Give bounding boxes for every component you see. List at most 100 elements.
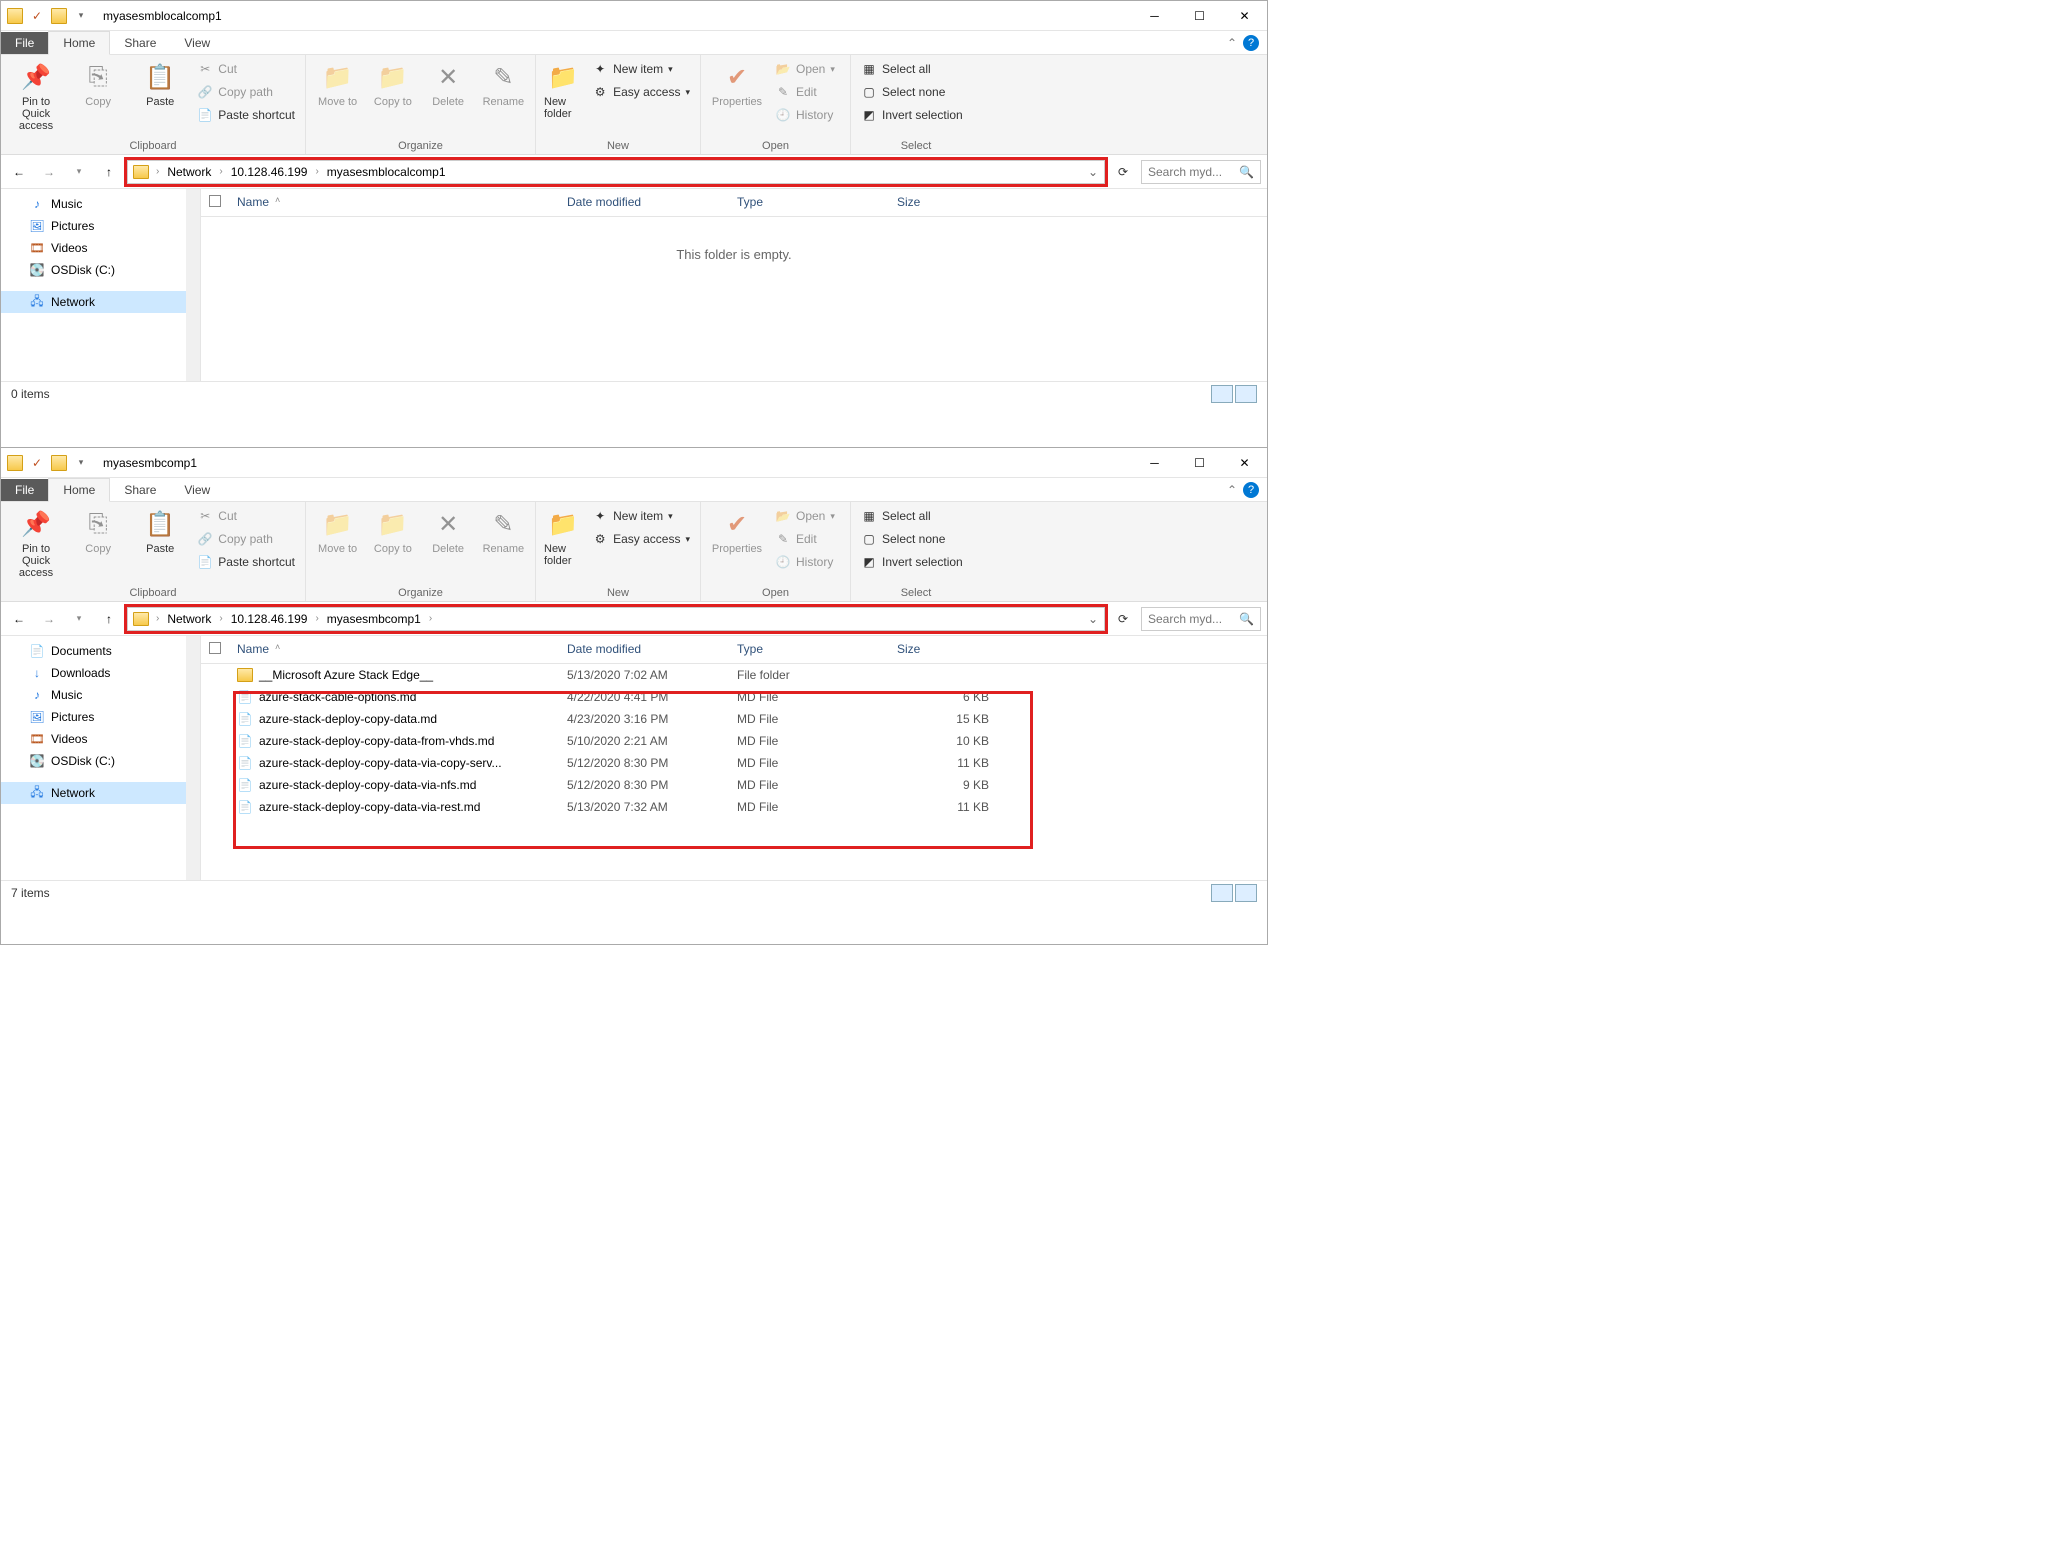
recent-dropdown[interactable]: ▾ [67,160,91,184]
back-button[interactable]: ← [7,160,31,184]
pin-quick-access-button[interactable]: 📌Pin to Quick access [7,506,65,581]
sidebar-network[interactable]: 🖧Network [1,782,200,804]
easy-access-button[interactable]: ⚙Easy access▾ [588,529,694,549]
tab-home[interactable]: Home [48,478,110,502]
breadcrumb-sep-icon[interactable]: › [313,166,320,177]
breadcrumb-folder[interactable]: myasesmbcomp1 [321,612,427,626]
details-view-button[interactable] [1211,385,1233,403]
col-name[interactable]: Name [237,642,269,657]
copy-path-button[interactable]: 🔗Copy path [193,82,299,102]
sidebar-downloads[interactable]: ↓Downloads [1,662,200,684]
col-size[interactable]: Size [897,195,997,210]
file-row[interactable]: 📄azure-stack-cable-options.md4/22/2020 4… [201,686,1267,708]
qat-dropdown-icon[interactable]: ▾ [73,455,89,471]
easy-access-button[interactable]: ⚙Easy access▾ [588,82,694,102]
new-item-button[interactable]: ✦New item▾ [588,506,694,526]
breadcrumb-ip[interactable]: 10.128.46.199 [225,612,314,626]
select-none-button[interactable]: ▢Select none [857,529,967,549]
new-item-button[interactable]: ✦New item▾ [588,59,694,79]
details-view-button[interactable] [1211,884,1233,902]
open-button[interactable]: 📂Open▾ [771,59,839,79]
sidebar-network[interactable]: 🖧Network [1,291,200,313]
file-row[interactable]: 📄azure-stack-deploy-copy-data-via-rest.m… [201,796,1267,818]
close-button[interactable]: ✕ [1222,1,1267,31]
column-headers[interactable]: Name˄ Date modified Type Size [201,636,1267,664]
tab-view[interactable]: View [170,479,224,501]
edit-button[interactable]: ✎Edit [771,529,839,549]
sidebar-music[interactable]: ♪Music [1,193,200,215]
file-row[interactable]: 📄azure-stack-deploy-copy-data-via-nfs.md… [201,774,1267,796]
paste-shortcut-button[interactable]: 📄Paste shortcut [193,105,299,125]
collapse-ribbon-icon[interactable]: ⌃ [1227,483,1243,497]
col-type[interactable]: Type [737,642,897,657]
copy-button[interactable]: ⎘ Copy [69,59,127,110]
select-all-checkbox[interactable] [209,642,221,654]
col-date[interactable]: Date modified [567,195,737,210]
select-none-button[interactable]: ▢Select none [857,82,967,102]
paste-button[interactable]: 📋 Paste [131,59,189,110]
thumbnails-view-button[interactable] [1235,385,1257,403]
copy-to-button[interactable]: 📁Copy to [367,506,418,557]
help-icon[interactable]: ? [1243,482,1259,498]
minimize-button[interactable]: ─ [1132,1,1177,31]
sidebar-scrollbar[interactable] [186,189,200,381]
properties-button[interactable]: ✔Properties [707,59,767,110]
qat-folder-icon[interactable] [51,455,67,471]
breadcrumb-sep-icon[interactable]: › [217,166,224,177]
maximize-button[interactable]: ☐ [1177,448,1222,478]
move-to-button[interactable]: 📁Move to [312,59,363,110]
file-row[interactable]: __Microsoft Azure Stack Edge__5/13/2020 … [201,664,1267,686]
history-button[interactable]: 🕘History [771,105,839,125]
qat-check-icon[interactable]: ✓ [29,455,45,471]
breadcrumb-folder[interactable]: myasesmblocalcomp1 [321,165,452,179]
up-button[interactable]: ↑ [97,607,121,631]
sidebar-documents[interactable]: 📄Documents [1,640,200,662]
breadcrumb-sep-icon[interactable]: › [427,613,434,624]
col-size[interactable]: Size [897,642,997,657]
select-all-checkbox[interactable] [209,195,221,207]
qat-folder-icon[interactable] [51,8,67,24]
open-button[interactable]: 📂Open▾ [771,506,839,526]
copy-path-button[interactable]: 🔗Copy path [193,529,299,549]
tab-file[interactable]: File [1,32,48,54]
refresh-button[interactable]: ⟳ [1111,160,1135,184]
breadcrumb-sep-icon[interactable]: › [154,166,161,177]
address-bar[interactable]: › Network › 10.128.46.199 › myasesmbloca… [127,160,1105,184]
forward-button[interactable]: → [37,607,61,631]
invert-selection-button[interactable]: ◩Invert selection [857,105,967,125]
sidebar-videos[interactable]: 🎞Videos [1,237,200,259]
address-dropdown-icon[interactable]: ⌄ [1088,612,1104,626]
breadcrumb-network[interactable]: Network [161,165,217,179]
history-button[interactable]: 🕘History [771,552,839,572]
breadcrumb-ip[interactable]: 10.128.46.199 [225,165,314,179]
minimize-button[interactable]: ─ [1132,448,1177,478]
edit-button[interactable]: ✎Edit [771,82,839,102]
qat-dropdown-icon[interactable]: ▾ [73,8,89,24]
delete-button[interactable]: ✕Delete [423,506,474,557]
back-button[interactable]: ← [7,607,31,631]
refresh-button[interactable]: ⟳ [1111,607,1135,631]
new-folder-button[interactable]: 📁New folder [542,59,584,122]
address-dropdown-icon[interactable]: ⌄ [1088,165,1104,179]
cut-button[interactable]: ✂Cut [193,59,299,79]
recent-dropdown[interactable]: ▾ [67,607,91,631]
up-button[interactable]: ↑ [97,160,121,184]
tab-share[interactable]: Share [110,479,170,501]
file-row[interactable]: 📄azure-stack-deploy-copy-data.md4/23/202… [201,708,1267,730]
file-row[interactable]: 📄azure-stack-deploy-copy-data-via-copy-s… [201,752,1267,774]
thumbnails-view-button[interactable] [1235,884,1257,902]
sidebar-osdisk[interactable]: 💽OSDisk (C:) [1,750,200,772]
copy-button[interactable]: ⎘Copy [69,506,127,557]
cut-button[interactable]: ✂Cut [193,506,299,526]
col-name[interactable]: Name [237,195,269,210]
delete-button[interactable]: ✕Delete [423,59,474,110]
paste-shortcut-button[interactable]: 📄Paste shortcut [193,552,299,572]
paste-button[interactable]: 📋Paste [131,506,189,557]
rename-button[interactable]: ✎Rename [478,506,529,557]
properties-button[interactable]: ✔Properties [707,506,767,557]
sidebar-music[interactable]: ♪Music [1,684,200,706]
select-all-button[interactable]: ▦Select all [857,506,967,526]
sidebar-pictures[interactable]: 🖼Pictures [1,706,200,728]
breadcrumb-sep-icon[interactable]: › [154,613,161,624]
close-button[interactable]: ✕ [1222,448,1267,478]
